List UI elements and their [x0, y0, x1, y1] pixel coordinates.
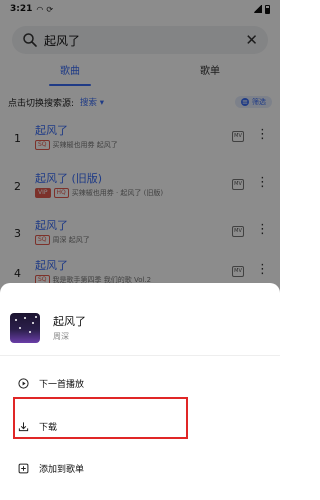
add-to-playlist-label: 添加到歌单	[39, 464, 85, 475]
sheet-artist: 周深	[53, 332, 69, 341]
play-next-label: 下一首播放	[39, 379, 85, 390]
divider	[0, 355, 280, 356]
album-cover	[10, 313, 40, 343]
add-to-playlist-icon	[18, 463, 29, 473]
sheet-song-title: 起风了	[53, 315, 86, 328]
highlight-box	[13, 397, 188, 439]
play-next-icon	[18, 377, 29, 389]
bottom-sheet: 起风了 周深 下一首播放 下载 添加到歌单	[0, 283, 280, 500]
add-to-playlist-option[interactable]: 添加到歌单	[18, 458, 268, 478]
play-next-option[interactable]: 下一首播放	[18, 373, 268, 393]
